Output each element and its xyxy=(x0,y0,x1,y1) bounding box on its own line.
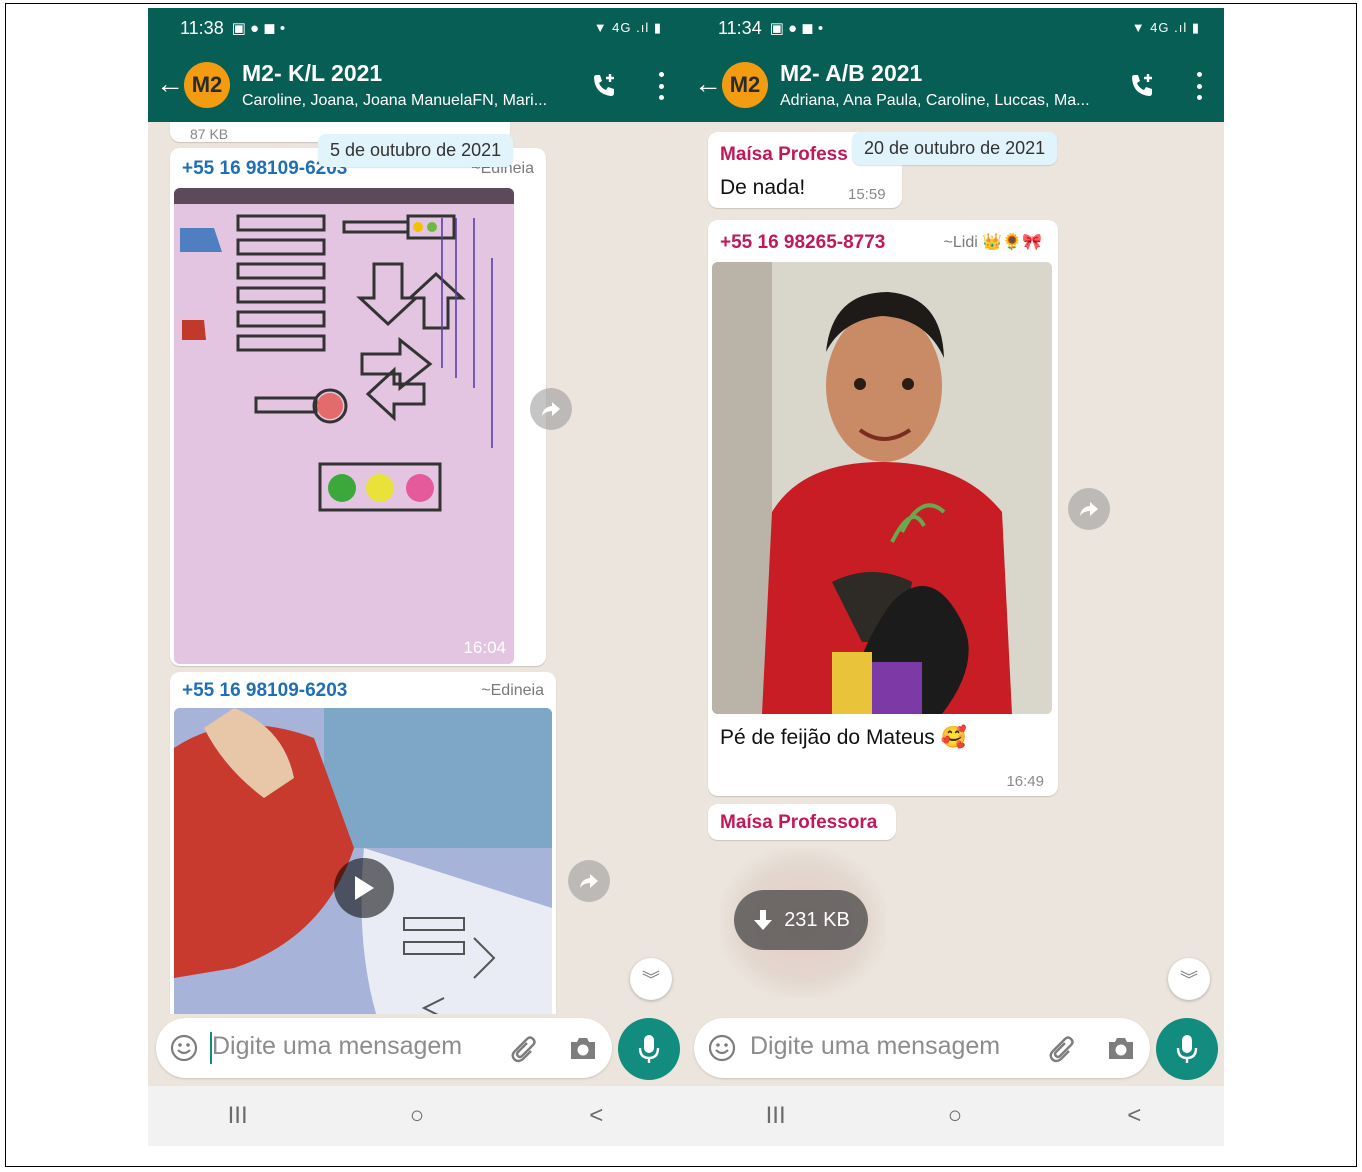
notification-icons: ▣ ● ◼ • xyxy=(769,20,824,37)
message-composer: Digite uma mensagem xyxy=(148,1014,686,1086)
message-time: 16:04 xyxy=(463,638,506,657)
add-call-icon[interactable] xyxy=(588,70,620,102)
signal-battery-icons: ▼ 4G .ıl ▮ xyxy=(593,20,662,35)
recents-button[interactable]: III xyxy=(208,1096,268,1136)
back-arrow-icon[interactable]: ← xyxy=(156,66,186,102)
back-button[interactable]: < xyxy=(1104,1096,1164,1136)
message-bubble[interactable]: +55 16 98265-8773 ~Lidi 👑🌻🎀 Pé de feijão… xyxy=(708,220,1058,796)
message-caption: Pé de feijão do Mateus 🥰 xyxy=(720,726,967,749)
emoji-icon[interactable] xyxy=(708,1034,736,1062)
video-thumbnail[interactable] xyxy=(174,708,552,1014)
system-nav-bar: III ○ < xyxy=(686,1086,1224,1146)
chat-area[interactable]: Maísa Profess De nada! 15:59 20 de outub… xyxy=(686,122,1224,1014)
message-composer: Digite uma mensagem xyxy=(686,1014,1224,1086)
mic-button[interactable] xyxy=(1156,1018,1218,1080)
download-size: 231 KB xyxy=(784,908,850,931)
date-separator: 5 de outubro de 2021 xyxy=(318,134,514,167)
sender-phone: +55 16 98265-8773 xyxy=(720,232,886,253)
attach-icon[interactable] xyxy=(1048,1034,1078,1064)
message-input[interactable]: Digite uma mensagem xyxy=(694,1018,1150,1078)
status-time: 11:34 xyxy=(718,17,762,38)
sender-alias: ~Lidi 👑🌻🎀 xyxy=(943,234,1042,251)
sender-alias: ~Edineia xyxy=(481,682,544,699)
forward-icon[interactable] xyxy=(530,388,572,430)
phone-screen-left: 11:38 ▣ ● ◼ • ▼ 4G .ıl ▮ ← M2 M2- K/L 20… xyxy=(148,8,686,1146)
double-chevron-down-icon: ︾ xyxy=(1180,970,1198,990)
mic-icon xyxy=(638,1035,660,1063)
home-button[interactable]: ○ xyxy=(925,1096,985,1136)
sender-name: Maísa Profess xyxy=(720,144,848,165)
file-size: 87 KB xyxy=(190,126,229,142)
back-button[interactable]: < xyxy=(566,1096,626,1136)
date-separator: 20 de outubro de 2021 xyxy=(852,132,1058,165)
play-button[interactable] xyxy=(334,858,394,918)
message-time: 15:59 xyxy=(848,186,886,203)
mic-button[interactable] xyxy=(618,1018,680,1080)
download-arrow-icon xyxy=(754,910,773,930)
camera-icon[interactable] xyxy=(1106,1034,1136,1062)
child-with-plant-photo[interactable] xyxy=(712,262,1052,714)
chat-header: ← M2 M2- A/B 2021 Adriana, Ana Paula, Ca… xyxy=(686,48,1224,122)
boy-holding-bean-plant-image xyxy=(712,262,1052,714)
chat-title[interactable]: M2- K/L 2021 xyxy=(242,60,382,87)
system-nav-bar: III ○ < xyxy=(148,1086,686,1146)
status-bar: 11:34 ▣ ● ◼ • ▼ 4G .ıl ▮ xyxy=(686,8,1224,48)
status-time: 11:38 xyxy=(180,17,224,38)
forward-icon[interactable] xyxy=(568,860,610,902)
message-text: De nada! xyxy=(720,176,806,199)
message-time: 16:49 xyxy=(1006,773,1044,790)
play-icon xyxy=(355,876,374,900)
chat-participants[interactable]: Caroline, Joana, Joana ManuelaFN, Mari..… xyxy=(242,92,572,110)
sender-name: Maísa Professora xyxy=(720,812,878,833)
message-input[interactable]: Digite uma mensagem xyxy=(156,1018,612,1078)
chat-area[interactable]: 87 KB +55 16 98109-6203 ~Edineia 16:04 5… xyxy=(148,122,686,1014)
input-placeholder: Digite uma mensagem xyxy=(750,1032,1001,1060)
message-bubble[interactable]: +55 16 98109-6203 ~Edineia xyxy=(170,672,556,1014)
chat-participants[interactable]: Adriana, Ana Paula, Caroline, Luccas, Ma… xyxy=(780,92,1110,110)
input-placeholder: Digite uma mensagem xyxy=(212,1032,463,1060)
emoji-icon[interactable] xyxy=(170,1034,198,1062)
download-button[interactable]: 231 KB xyxy=(734,890,868,950)
chat-title[interactable]: M2- A/B 2021 xyxy=(780,60,922,87)
phone-screen-right: 11:34 ▣ ● ◼ • ▼ 4G .ıl ▮ ← M2 M2- A/B 20… xyxy=(686,8,1224,1146)
camera-icon[interactable] xyxy=(568,1034,598,1062)
more-options-icon[interactable] xyxy=(1194,72,1204,100)
message-bubble[interactable]: +55 16 98109-6203 ~Edineia xyxy=(170,148,546,666)
chat-header: ← M2 M2- K/L 2021 Caroline, Joana, Joana… xyxy=(148,48,686,122)
notification-icons: ▣ ● ◼ • xyxy=(231,20,286,37)
status-bar: 11:38 ▣ ● ◼ • ▼ 4G .ıl ▮ xyxy=(148,8,686,48)
message-bubble[interactable]: Maísa Professora xyxy=(708,804,896,840)
more-options-icon[interactable] xyxy=(656,72,666,100)
traffic-drawing-image xyxy=(174,188,514,664)
group-avatar[interactable]: M2 xyxy=(184,62,230,108)
scroll-down-button[interactable]: ︾ xyxy=(630,958,672,1000)
signal-battery-icons: ▼ 4G .ıl ▮ xyxy=(1131,20,1200,35)
double-chevron-down-icon: ︾ xyxy=(642,970,660,990)
add-call-icon[interactable] xyxy=(1126,70,1158,102)
attach-icon[interactable] xyxy=(510,1034,540,1064)
recents-button[interactable]: III xyxy=(746,1096,806,1136)
scroll-down-button[interactable]: ︾ xyxy=(1168,958,1210,1000)
mic-icon xyxy=(1176,1035,1198,1063)
drawing-photo[interactable]: 16:04 xyxy=(174,188,514,664)
group-avatar[interactable]: M2 xyxy=(722,62,768,108)
sender-phone: +55 16 98109-6203 xyxy=(182,680,348,701)
home-button[interactable]: ○ xyxy=(387,1096,447,1136)
back-arrow-icon[interactable]: ← xyxy=(694,66,724,102)
forward-icon[interactable] xyxy=(1068,488,1110,530)
